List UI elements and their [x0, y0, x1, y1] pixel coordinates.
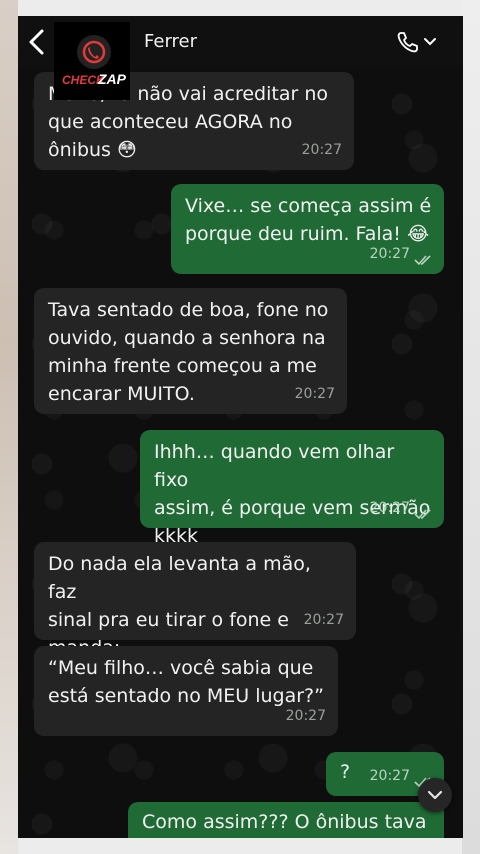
background-photo-right [462, 0, 480, 854]
message-outgoing[interactable]: Como assim??? O ônibus tava [128, 802, 444, 838]
message-text: Tava sentado de boa, fone no ouvido, qua… [48, 299, 329, 405]
chevron-down-icon [424, 38, 436, 46]
logo-graphic: CHECK ZAP [62, 35, 127, 87]
scroll-down-button[interactable] [418, 778, 452, 812]
message-incoming[interactable]: Tava sentado de boa, fone no ouvido, qua… [34, 288, 347, 414]
checkzap-logo: CHECK ZAP [54, 22, 130, 100]
message-text: “Meu filho… você sabia que está sentado … [48, 657, 324, 707]
background-photo-left [0, 0, 18, 854]
message-incoming[interactable]: “Meu filho… você sabia que está sentado … [34, 646, 338, 736]
message-time: 20:27 [369, 500, 410, 516]
message-incoming[interactable]: Do nada ela levanta a mão, faz sinal pra… [34, 542, 356, 659]
contact-name[interactable]: Ferrer [144, 31, 197, 52]
message-time: 20:27 [301, 142, 342, 158]
double-check-icon [414, 255, 431, 266]
message-time: 20:27 [369, 768, 410, 784]
message-outgoing[interactable]: Vixe… se começa assim é porque deu ruim.… [171, 184, 444, 274]
back-arrow-icon[interactable] [26, 28, 48, 56]
chat-screen: Ferrer CHECK ZAP Mano, tu não vai acredi… [18, 16, 463, 838]
phone-icon[interactable] [395, 29, 441, 55]
message-time: 20:27 [303, 612, 344, 628]
message-text: Como assim??? O ônibus tava [142, 811, 427, 833]
message-time: 20:27 [285, 708, 326, 724]
message-time: 20:27 [294, 386, 335, 402]
double-check-icon [414, 509, 431, 520]
scroll-down-icon [427, 790, 443, 800]
message-time: 20:27 [369, 246, 410, 262]
message-outgoing[interactable]: Ihhh… quando vem olhar fixo assim, é por… [140, 430, 444, 547]
svg-text:ZAP: ZAP [97, 71, 127, 87]
